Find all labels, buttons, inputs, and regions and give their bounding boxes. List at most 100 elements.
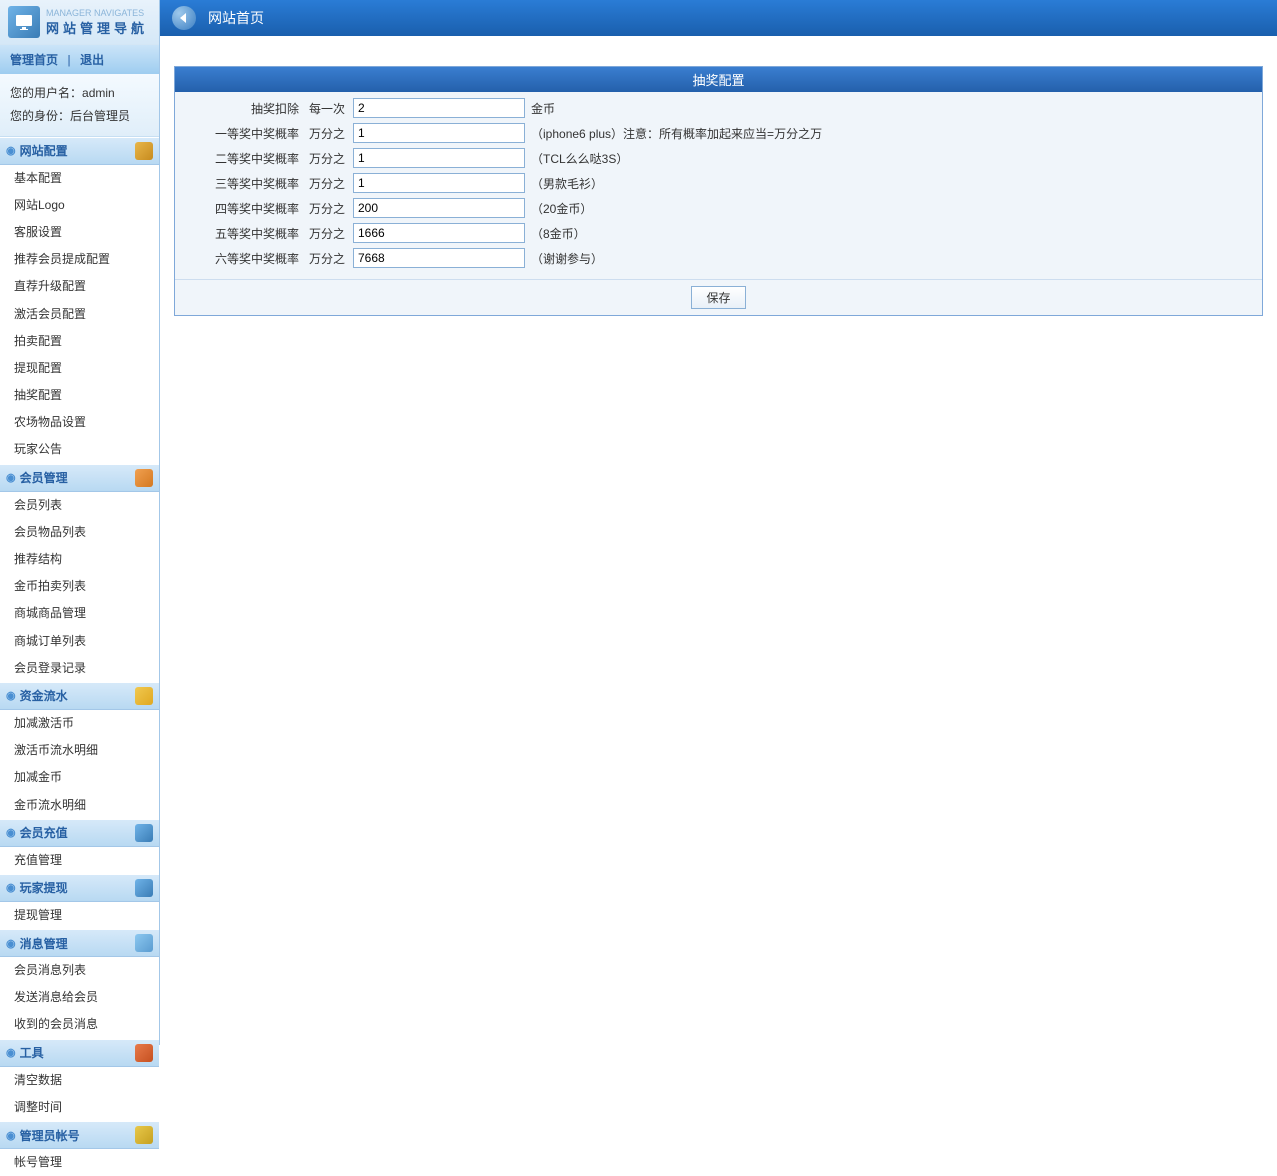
- main-area: 网站首页 抽奖配置 抽奖扣除每一次金币一等奖中奖概率万分之（iphone6 pl…: [160, 0, 1277, 1045]
- form-input-0[interactable]: [353, 98, 525, 118]
- form-row: 六等奖中奖概率万分之（谢谢参与）: [179, 248, 1258, 268]
- nav-section-title: 玩家提现: [20, 879, 68, 896]
- form-input-1[interactable]: [353, 123, 525, 143]
- nav-item[interactable]: 提现管理: [0, 902, 159, 929]
- form-row: 四等奖中奖概率万分之 （20金币）: [179, 198, 1258, 218]
- form-input-4[interactable]: [353, 198, 525, 218]
- form-label: 五等奖中奖概率: [179, 225, 309, 242]
- nav-item[interactable]: 会员列表: [0, 492, 159, 519]
- nav-section-header[interactable]: ◉ 玩家提现: [0, 874, 159, 902]
- gear-icon: [135, 879, 153, 897]
- form-suffix: （iphone6 plus）注意：所有概率加起来应当=万分之万: [531, 125, 822, 142]
- nav-item[interactable]: 抽奖配置: [0, 382, 159, 409]
- form-suffix: （20金币）: [531, 200, 592, 217]
- nav-section-header[interactable]: ◉网站配置: [0, 137, 159, 165]
- bullet-icon: ◉: [6, 881, 16, 894]
- nav-item[interactable]: 拍卖配置: [0, 328, 159, 355]
- nav-item[interactable]: 发送消息给会员: [0, 984, 159, 1011]
- back-button[interactable]: [172, 6, 196, 30]
- bullet-icon: ◉: [6, 1046, 16, 1059]
- nav-item[interactable]: 金币流水明细: [0, 792, 159, 819]
- bullet-icon: ◉: [6, 937, 16, 950]
- nav-items: 提现管理: [0, 902, 159, 929]
- gear-icon: [135, 824, 153, 842]
- nav-items: 会员列表会员物品列表推荐结构金币拍卖列表商城商品管理商城订单列表会员登录记录: [0, 492, 159, 682]
- monitor-icon: [8, 6, 40, 38]
- form-label: 六等奖中奖概率: [179, 250, 309, 267]
- people-icon: [135, 469, 153, 487]
- form-prefix: 万分之: [309, 200, 353, 217]
- save-button[interactable]: 保存: [691, 286, 745, 309]
- breadcrumb: 网站首页: [208, 8, 264, 28]
- nav-item[interactable]: 加减金币: [0, 764, 159, 791]
- form-input-2[interactable]: [353, 148, 525, 168]
- nav-item[interactable]: 推荐结构: [0, 546, 159, 573]
- nav-item[interactable]: 帐号管理: [0, 1149, 159, 1176]
- nav-item[interactable]: 会员登录记录: [0, 655, 159, 682]
- house-icon: [135, 1044, 153, 1062]
- nav-item[interactable]: 商城订单列表: [0, 628, 159, 655]
- note-icon: [135, 934, 153, 952]
- nav-item[interactable]: 充值管理: [0, 847, 159, 874]
- nav-items: 加减激活币激活币流水明细加减金币金币流水明细: [0, 710, 159, 819]
- nav-section-title: 工具: [20, 1044, 44, 1061]
- sidebar: MANAGER NAVIGATES 网站管理导航 管理首页 | 退出 您的用户名…: [0, 0, 160, 1045]
- form-label: 四等奖中奖概率: [179, 200, 309, 217]
- form-input-6[interactable]: [353, 248, 525, 268]
- nav-item[interactable]: 金币拍卖列表: [0, 573, 159, 600]
- nav-section-header[interactable]: ◉会员管理: [0, 464, 159, 492]
- form-prefix: 万分之: [309, 225, 353, 242]
- main-header: 网站首页: [160, 0, 1277, 36]
- nav-section-header[interactable]: ◉ 工具: [0, 1039, 159, 1067]
- form-label: 二等奖中奖概率: [179, 150, 309, 167]
- link-logout[interactable]: 退出: [80, 53, 104, 67]
- main-body: 抽奖配置 抽奖扣除每一次金币一等奖中奖概率万分之（iphone6 plus）注意…: [160, 36, 1277, 346]
- nav-item[interactable]: 调整时间: [0, 1094, 159, 1121]
- nav-section-header[interactable]: ◉ 消息管理: [0, 929, 159, 957]
- nav-item[interactable]: 清空数据: [0, 1067, 159, 1094]
- nav-section-title: 消息管理: [20, 935, 68, 952]
- nav-item[interactable]: 客服设置: [0, 219, 159, 246]
- nav-section-title: 会员管理: [20, 469, 68, 486]
- nav-item[interactable]: 玩家公告: [0, 436, 159, 463]
- nav-item[interactable]: 加减激活币: [0, 710, 159, 737]
- nav-section-title: 网站配置: [20, 142, 68, 159]
- nav-section-header[interactable]: ◉资金流水: [0, 682, 159, 710]
- sidebar-top-links: 管理首页 | 退出: [0, 45, 159, 74]
- nav-sections: ◉网站配置基本配置网站Logo客服设置推荐会员提成配置直荐升级配置激活会员配置拍…: [0, 137, 159, 1176]
- panel-title: 抽奖配置: [175, 67, 1262, 92]
- nav-item[interactable]: 推荐会员提成配置: [0, 246, 159, 273]
- bullet-icon: ◉: [6, 689, 16, 702]
- form-row: 三等奖中奖概率万分之（男款毛衫）: [179, 173, 1258, 193]
- form-input-3[interactable]: [353, 173, 525, 193]
- form-prefix: 万分之: [309, 150, 353, 167]
- nav-section-header[interactable]: ◉会员充值: [0, 819, 159, 847]
- form-input-5[interactable]: [353, 223, 525, 243]
- nav-section-title: 会员充值: [20, 824, 68, 841]
- sidebar-header-sub: MANAGER NAVIGATES: [46, 8, 148, 18]
- nav-item[interactable]: 提现配置: [0, 355, 159, 382]
- username-label: 您的用户名：: [10, 86, 82, 100]
- nav-item[interactable]: 网站Logo: [0, 192, 159, 219]
- nav-item[interactable]: 收到的会员消息: [0, 1011, 159, 1038]
- nav-item[interactable]: 直荐升级配置: [0, 273, 159, 300]
- nav-item[interactable]: 会员消息列表: [0, 957, 159, 984]
- separator: |: [67, 53, 70, 67]
- form-prefix: 每一次: [309, 100, 353, 117]
- nav-item[interactable]: 农场物品设置: [0, 409, 159, 436]
- nav-item[interactable]: 基本配置: [0, 165, 159, 192]
- nav-items: 会员消息列表发送消息给会员收到的会员消息: [0, 957, 159, 1039]
- bullet-icon: ◉: [6, 1129, 16, 1142]
- form-body: 抽奖扣除每一次金币一等奖中奖概率万分之（iphone6 plus）注意：所有概率…: [175, 92, 1262, 279]
- form-row: 抽奖扣除每一次金币: [179, 98, 1258, 118]
- link-admin-home[interactable]: 管理首页: [10, 53, 58, 67]
- nav-item[interactable]: 激活币流水明细: [0, 737, 159, 764]
- nav-section-header[interactable]: ◉管理员帐号: [0, 1121, 159, 1149]
- nav-item[interactable]: 会员物品列表: [0, 519, 159, 546]
- nav-item[interactable]: 激活会员配置: [0, 301, 159, 328]
- nav-items: 基本配置网站Logo客服设置推荐会员提成配置直荐升级配置激活会员配置拍卖配置提现…: [0, 165, 159, 464]
- panel-footer: 保存: [175, 279, 1262, 315]
- nav-item[interactable]: 商城商品管理: [0, 600, 159, 627]
- config-panel: 抽奖配置 抽奖扣除每一次金币一等奖中奖概率万分之（iphone6 plus）注意…: [174, 66, 1263, 316]
- form-suffix: （谢谢参与）: [531, 250, 603, 267]
